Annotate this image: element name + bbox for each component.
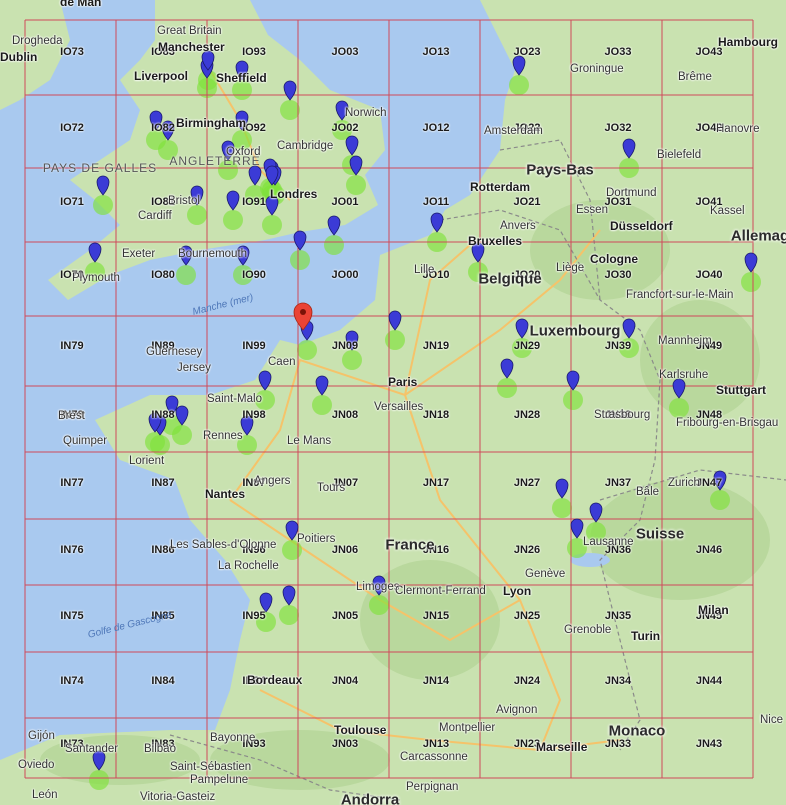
map-marker-pin[interactable]	[259, 592, 273, 613]
heat-spot	[290, 250, 310, 270]
map-marker-pin[interactable]	[226, 190, 240, 211]
map-marker-pin[interactable]	[471, 242, 485, 263]
heat-spot	[279, 605, 299, 625]
map-marker-pin[interactable]	[293, 230, 307, 251]
heat-spot	[586, 522, 606, 542]
map-marker-pin[interactable]	[345, 330, 359, 351]
map-marker-pin[interactable]	[345, 135, 359, 156]
map-marker-pin[interactable]	[566, 370, 580, 391]
map-marker-pin[interactable]	[372, 575, 386, 596]
heat-spot	[176, 265, 196, 285]
heat-spot	[256, 612, 276, 632]
map-marker-pin[interactable]	[500, 358, 514, 379]
heat-spot	[324, 235, 344, 255]
heat-spot	[567, 538, 587, 558]
map-marker-pin[interactable]	[221, 140, 235, 161]
map-marker-pin[interactable]	[258, 370, 272, 391]
heat-spot	[710, 490, 730, 510]
heat-spot	[385, 330, 405, 350]
heat-spot	[282, 540, 302, 560]
map-marker-pin[interactable]	[555, 478, 569, 499]
heat-spot	[369, 595, 389, 615]
map-marker-pin[interactable]	[512, 55, 526, 76]
map-overlay	[24, 19, 761, 790]
map-marker-pin[interactable]	[744, 252, 758, 273]
map-marker-pin[interactable]	[88, 242, 102, 263]
map-marker-pin[interactable]	[327, 215, 341, 236]
map-marker-pin[interactable]	[92, 750, 106, 771]
heat-spot	[619, 338, 639, 358]
map-marker-pin[interactable]	[235, 60, 249, 81]
map-marker-pin[interactable]	[179, 245, 193, 266]
map-marker-pin[interactable]	[282, 585, 296, 606]
map-marker-pin[interactable]	[96, 175, 110, 196]
map-marker-pin[interactable]	[388, 310, 402, 331]
map-marker-pin[interactable]	[315, 375, 329, 396]
map-marker-pin[interactable]	[622, 318, 636, 339]
heat-spot	[512, 338, 532, 358]
heat-spot	[509, 75, 529, 95]
heat-spot	[223, 210, 243, 230]
heat-spot	[233, 265, 253, 285]
heat-spot	[280, 100, 300, 120]
map-marker-pin[interactable]	[235, 110, 249, 131]
map-marker-pin[interactable]	[240, 415, 254, 436]
heat-spot	[563, 390, 583, 410]
map-marker-pin[interactable]	[265, 195, 279, 216]
heat-spot	[255, 390, 275, 410]
heat-spot	[552, 498, 572, 518]
map-marker-pin[interactable]	[149, 110, 163, 131]
heat-spot	[145, 432, 165, 452]
map-marker-pin[interactable]	[622, 138, 636, 159]
heat-spot	[232, 130, 252, 150]
heat-spot	[85, 262, 105, 282]
map-marker-pin[interactable]	[190, 185, 204, 206]
map-marker-pin[interactable]	[430, 212, 444, 233]
map-marker-pin[interactable]	[248, 165, 262, 186]
map-marker-pin[interactable]	[285, 520, 299, 541]
heat-spot	[741, 272, 761, 292]
map-marker-pin[interactable]	[283, 80, 297, 101]
heat-spot	[232, 80, 252, 100]
map-marker-pin[interactable]	[335, 100, 349, 121]
heat-spot	[262, 215, 282, 235]
map-marker-pin[interactable]	[515, 318, 529, 339]
heat-spot	[468, 262, 488, 282]
heat-spot	[89, 770, 109, 790]
heat-spot	[312, 395, 332, 415]
heat-spot	[172, 425, 192, 445]
heat-spot	[158, 140, 178, 160]
map-marker-pin[interactable]	[672, 378, 686, 399]
heat-spot	[218, 160, 238, 180]
heat-spot	[93, 195, 113, 215]
heat-spot	[497, 378, 517, 398]
map-marker-pin[interactable]	[570, 518, 584, 539]
map-marker-pin[interactable]	[713, 470, 727, 491]
heat-spot	[187, 205, 207, 225]
map-marker-pin[interactable]	[236, 245, 250, 266]
heat-spot	[342, 350, 362, 370]
heat-spot	[346, 175, 366, 195]
map-canvas[interactable]: IO73 IO83 IO93 JO03 JO13 JO23 JO33 JO43 IO72 IO82…	[0, 0, 786, 805]
heat-spot	[297, 340, 317, 360]
heat-spot	[669, 398, 689, 418]
